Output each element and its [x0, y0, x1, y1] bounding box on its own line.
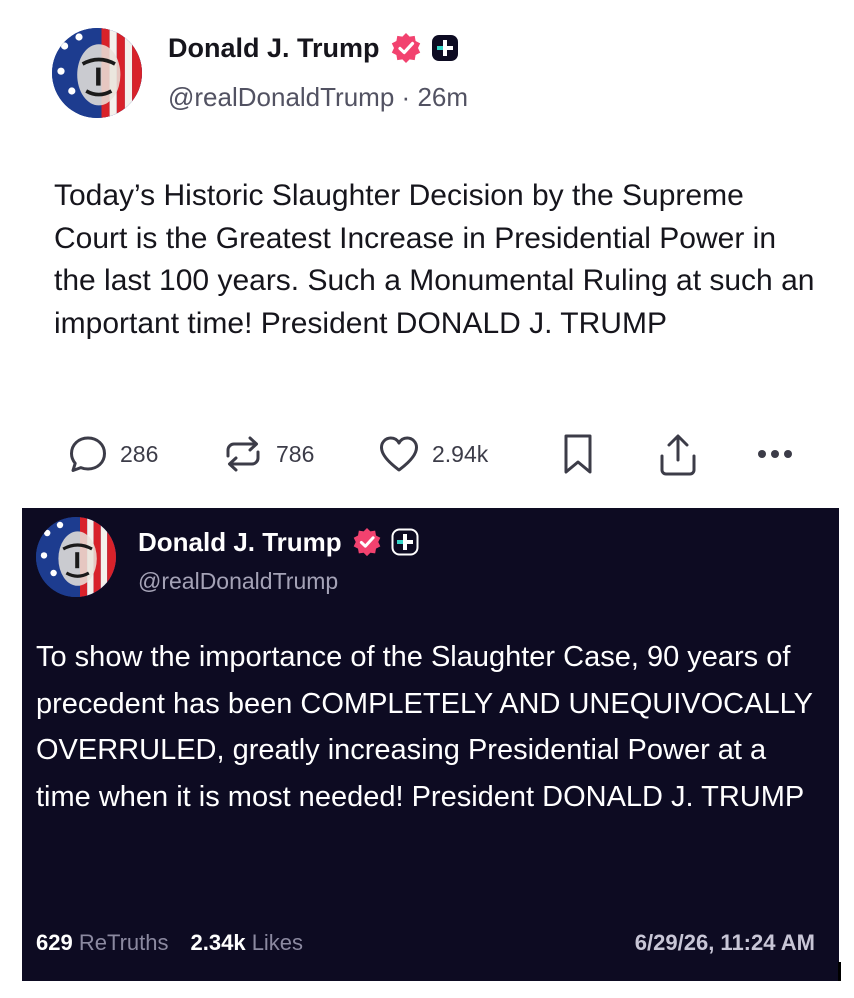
reply-count: 286 [120, 440, 159, 467]
retruth-icon [226, 436, 260, 472]
bookmark-icon [564, 434, 592, 474]
retruths-label: ReTruths [78, 930, 169, 955]
retruth-count: 786 [276, 440, 315, 467]
post-time[interactable]: 26m [417, 82, 468, 112]
author-name[interactable]: Donald J. Trump [168, 33, 380, 64]
like-icon [380, 436, 418, 472]
share-button[interactable] [656, 432, 700, 478]
bookmark-button[interactable] [560, 432, 596, 476]
retruth-button[interactable]: 786 [220, 432, 314, 476]
action-bar: 286 786 2.94k [0, 432, 854, 484]
verified-icon [391, 33, 420, 63]
separator: · [401, 82, 411, 112]
avatar-image [36, 517, 116, 597]
likes-count: 2.34k [190, 930, 246, 955]
more-options-button[interactable] [752, 432, 798, 476]
more-icon [758, 450, 792, 458]
post-text: Today’s Historic Slaughter Decision by t… [54, 179, 815, 340]
post-light: Donald J. Trump @realDonaldTrump · 26m T… [0, 0, 854, 500]
author-name[interactable]: Donald J. Trump [138, 527, 342, 558]
handle-row: @realDonaldTrump [138, 568, 338, 595]
author-row: Donald J. Trump [168, 30, 459, 66]
author-handle[interactable]: @realDonaldTrump [168, 82, 394, 112]
handle-row: @realDonaldTrump · 26m [168, 82, 468, 113]
post-timestamp[interactable]: 6/29/26, 11:24 AM [635, 930, 815, 956]
divider-mark [838, 962, 841, 981]
post-text: To show the importance of the Slaughter … [36, 641, 813, 813]
post-dark: Donald J. Trump @realDonaldTrump To show… [22, 508, 839, 981]
verified-icon [353, 527, 380, 557]
post-stats: 629 ReTruths 2.34k Likes [36, 930, 303, 956]
avatar-image [52, 28, 142, 118]
like-button[interactable]: 2.94k [376, 432, 488, 476]
reply-button[interactable]: 286 [66, 432, 158, 476]
retruths-count: 629 [36, 930, 73, 955]
like-count: 2.94k [432, 440, 489, 467]
plus-badge-icon [391, 528, 419, 556]
plus-badge-icon [431, 35, 458, 61]
share-icon [660, 434, 696, 476]
likes-label: Likes [251, 930, 304, 955]
author-row: Donald J. Trump [138, 524, 419, 560]
retruths-stat[interactable]: 629 ReTruths [36, 930, 169, 955]
reply-icon [70, 436, 106, 472]
author-handle[interactable]: @realDonaldTrump [138, 568, 338, 594]
avatar[interactable] [36, 517, 116, 597]
likes-stat[interactable]: 2.34k Likes [191, 930, 304, 955]
avatar[interactable] [52, 28, 142, 118]
